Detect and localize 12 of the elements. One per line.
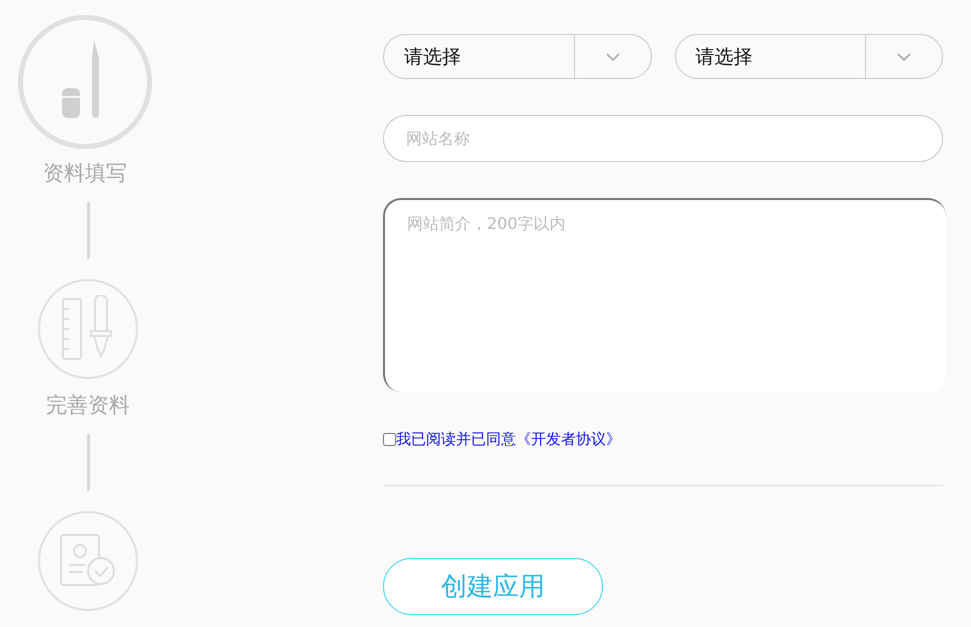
name-field[interactable]: 网站名称 <box>383 115 943 162</box>
chevron-down-icon <box>897 52 911 60</box>
agreement-link[interactable]: 我已阅读并已同意《开发者协议》 <box>396 430 621 449</box>
select-dropdown[interactable]: 请选择 <box>383 34 652 79</box>
step-label: 资料填写 <box>43 160 127 187</box>
ruler-pen-icon <box>61 295 115 363</box>
chevron-down-icon <box>606 52 620 60</box>
select-dropdown[interactable]: 请选择 <box>674 34 943 79</box>
step-label: 完善资料 <box>46 392 130 419</box>
agreement-checkbox[interactable] <box>383 433 396 446</box>
intro-field[interactable]: 网站简介，200字以内 <box>383 198 946 392</box>
profile-check-icon <box>59 533 117 589</box>
